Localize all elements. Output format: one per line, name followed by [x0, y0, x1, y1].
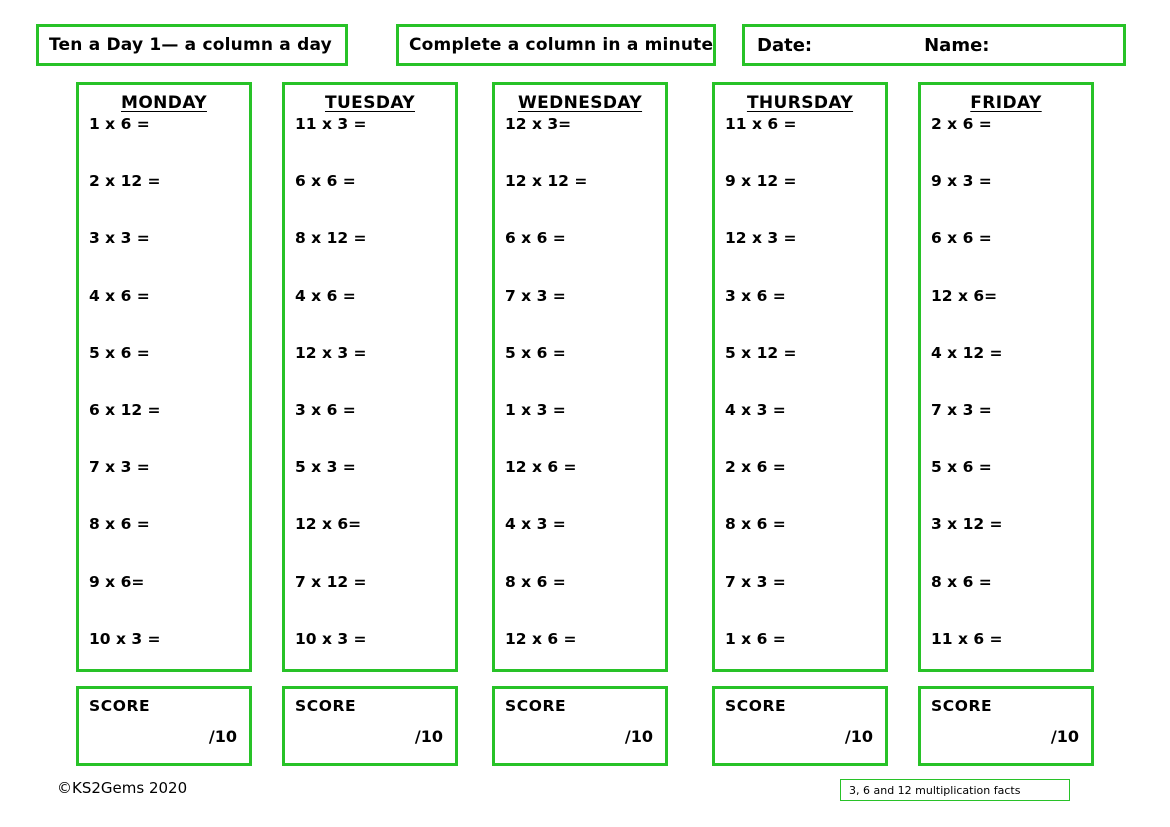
question-item[interactable]: 9 x 6=	[79, 571, 249, 628]
question-item[interactable]: 12 x 6 =	[495, 456, 665, 513]
question-item[interactable]: 9 x 12 =	[715, 170, 885, 227]
question-item[interactable]: 8 x 6 =	[715, 513, 885, 570]
question-item[interactable]: 7 x 3 =	[79, 456, 249, 513]
question-item[interactable]: 3 x 12 =	[921, 513, 1091, 570]
question-box: FRIDAY 2 x 6 = 9 x 3 = 6 x 6 = 12 x 6= 4…	[918, 82, 1094, 672]
question-item[interactable]: 6 x 6 =	[921, 227, 1091, 284]
question-box: THURSDAY 11 x 6 = 9 x 12 = 12 x 3 = 3 x …	[712, 82, 888, 672]
day-title: WEDNESDAY	[517, 93, 643, 113]
question-item[interactable]: 9 x 3 =	[921, 170, 1091, 227]
question-item[interactable]: 5 x 3 =	[285, 456, 455, 513]
day-columns: MONDAY 1 x 6 = 2 x 12 = 3 x 3 = 4 x 6 = …	[0, 82, 1170, 682]
day-title: FRIDAY	[970, 93, 1042, 113]
day-column-wednesday: WEDNESDAY 12 x 3= 12 x 12 = 6 x 6 = 7 x …	[492, 82, 668, 672]
copyright-text: ©KS2Gems 2020	[57, 779, 188, 797]
question-box: WEDNESDAY 12 x 3= 12 x 12 = 6 x 6 = 7 x …	[492, 82, 668, 672]
question-item[interactable]: 8 x 6 =	[495, 571, 665, 628]
day-title: TUESDAY	[324, 93, 415, 113]
score-label: SCORE	[505, 697, 567, 715]
question-item[interactable]: 7 x 3 =	[495, 285, 665, 342]
question-box: TUESDAY 11 x 3 = 6 x 6 = 8 x 12 = 4 x 6 …	[282, 82, 458, 672]
question-item[interactable]: 12 x 3 =	[715, 227, 885, 284]
score-label: SCORE	[89, 697, 151, 715]
question-item[interactable]: 2 x 6 =	[715, 456, 885, 513]
question-item[interactable]: 11 x 6 =	[921, 628, 1091, 685]
question-list: 12 x 3= 12 x 12 = 6 x 6 = 7 x 3 = 5 x 6 …	[495, 113, 665, 685]
question-item[interactable]: 4 x 6 =	[79, 285, 249, 342]
question-item[interactable]: 6 x 6 =	[495, 227, 665, 284]
question-item[interactable]: 4 x 6 =	[285, 285, 455, 342]
question-item[interactable]: 7 x 3 =	[715, 571, 885, 628]
question-list: 11 x 6 = 9 x 12 = 12 x 3 = 3 x 6 = 5 x 1…	[715, 113, 885, 685]
question-item[interactable]: 12 x 6=	[285, 513, 455, 570]
question-item[interactable]: 5 x 12 =	[715, 342, 885, 399]
question-item[interactable]: 2 x 12 =	[79, 170, 249, 227]
question-list: 11 x 3 = 6 x 6 = 8 x 12 = 4 x 6 = 12 x 3…	[285, 113, 455, 685]
question-item[interactable]: 4 x 3 =	[495, 513, 665, 570]
question-item[interactable]: 11 x 6 =	[715, 113, 885, 170]
day-column-monday: MONDAY 1 x 6 = 2 x 12 = 3 x 3 = 4 x 6 = …	[76, 82, 252, 672]
day-title: MONDAY	[121, 93, 207, 113]
question-item[interactable]: 7 x 12 =	[285, 571, 455, 628]
score-box-monday[interactable]: SCORE /10	[76, 686, 252, 766]
day-column-thursday: THURSDAY 11 x 6 = 9 x 12 = 12 x 3 = 3 x …	[712, 82, 888, 672]
question-box: MONDAY 1 x 6 = 2 x 12 = 3 x 3 = 4 x 6 = …	[76, 82, 252, 672]
question-item[interactable]: 1 x 6 =	[79, 113, 249, 170]
question-item[interactable]: 12 x 3=	[495, 113, 665, 170]
question-item[interactable]: 12 x 3 =	[285, 342, 455, 399]
question-item[interactable]: 1 x 3 =	[495, 399, 665, 456]
worksheet-title-box: Ten a Day 1— a column a day	[36, 24, 348, 66]
score-label: SCORE	[725, 697, 787, 715]
question-item[interactable]: 7 x 3 =	[921, 399, 1091, 456]
score-out-of: /10	[844, 727, 873, 746]
question-item[interactable]: 12 x 6 =	[495, 628, 665, 685]
score-out-of: /10	[414, 727, 443, 746]
facts-note-text: 3, 6 and 12 multiplication facts	[849, 783, 1021, 797]
question-item[interactable]: 6 x 6 =	[285, 170, 455, 227]
score-row: SCORE /10 SCORE /10 SCORE /10 SCORE /10 …	[0, 686, 1170, 766]
worksheet-subtitle-box: Complete a column in a minute	[396, 24, 716, 66]
date-label: Date:	[757, 34, 813, 56]
worksheet-subtitle: Complete a column in a minute	[409, 35, 714, 55]
score-box-friday[interactable]: SCORE /10	[918, 686, 1094, 766]
question-item[interactable]: 10 x 3 =	[79, 628, 249, 685]
score-box-thursday[interactable]: SCORE /10	[712, 686, 888, 766]
question-item[interactable]: 3 x 3 =	[79, 227, 249, 284]
question-item[interactable]: 8 x 6 =	[921, 571, 1091, 628]
question-list: 2 x 6 = 9 x 3 = 6 x 6 = 12 x 6= 4 x 12 =…	[921, 113, 1091, 685]
score-label: SCORE	[295, 697, 357, 715]
score-out-of: /10	[1050, 727, 1079, 746]
question-item[interactable]: 3 x 6 =	[285, 399, 455, 456]
question-item[interactable]: 10 x 3 =	[285, 628, 455, 685]
question-item[interactable]: 3 x 6 =	[715, 285, 885, 342]
question-item[interactable]: 4 x 12 =	[921, 342, 1091, 399]
question-item[interactable]: 12 x 6=	[921, 285, 1091, 342]
question-item[interactable]: 1 x 6 =	[715, 628, 885, 685]
question-item[interactable]: 4 x 3 =	[715, 399, 885, 456]
question-item[interactable]: 5 x 6 =	[495, 342, 665, 399]
question-item[interactable]: 2 x 6 =	[921, 113, 1091, 170]
worksheet-title: Ten a Day 1— a column a day	[49, 35, 332, 55]
question-item[interactable]: 11 x 3 =	[285, 113, 455, 170]
score-label: SCORE	[931, 697, 993, 715]
header-row: Ten a Day 1— a column a day Complete a c…	[0, 24, 1170, 66]
question-item[interactable]: 5 x 6 =	[79, 342, 249, 399]
question-item[interactable]: 5 x 6 =	[921, 456, 1091, 513]
day-title: THURSDAY	[746, 93, 854, 113]
day-column-friday: FRIDAY 2 x 6 = 9 x 3 = 6 x 6 = 12 x 6= 4…	[918, 82, 1094, 672]
facts-note-box: 3, 6 and 12 multiplication facts	[840, 779, 1070, 801]
score-out-of: /10	[624, 727, 653, 746]
question-list: 1 x 6 = 2 x 12 = 3 x 3 = 4 x 6 = 5 x 6 =…	[79, 113, 249, 685]
name-label: Name:	[924, 34, 990, 56]
question-item[interactable]: 12 x 12 =	[495, 170, 665, 227]
question-item[interactable]: 8 x 12 =	[285, 227, 455, 284]
score-box-tuesday[interactable]: SCORE /10	[282, 686, 458, 766]
question-item[interactable]: 8 x 6 =	[79, 513, 249, 570]
score-out-of: /10	[208, 727, 237, 746]
question-item[interactable]: 6 x 12 =	[79, 399, 249, 456]
worksheet-page: Ten a Day 1— a column a day Complete a c…	[0, 0, 1170, 827]
day-column-tuesday: TUESDAY 11 x 3 = 6 x 6 = 8 x 12 = 4 x 6 …	[282, 82, 458, 672]
score-box-wednesday[interactable]: SCORE /10	[492, 686, 668, 766]
date-name-box[interactable]: Date: Name:	[742, 24, 1126, 66]
